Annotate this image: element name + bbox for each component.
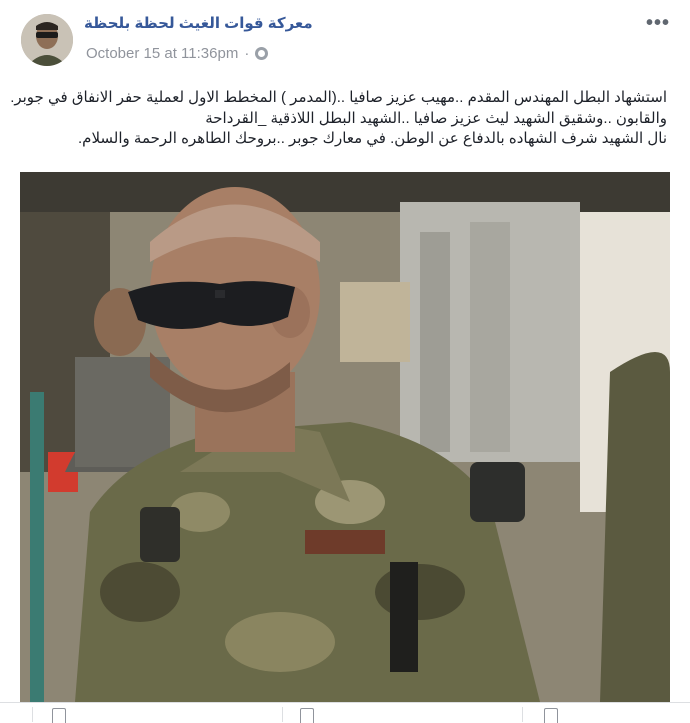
post-text-line: استشهاد البطل المهندس المقدم ..مهيب عزيز… (10, 89, 667, 106)
post-text-line: والقابون ..وشقيق الشهيد ليث عزيز صافيا .… (205, 109, 667, 127)
globe-icon[interactable] (255, 47, 269, 60)
more-options-icon[interactable]: ••• (646, 12, 670, 35)
divider (282, 707, 283, 722)
post-meta: October 15 at 11:36pm · (86, 45, 269, 62)
page-avatar[interactable] (21, 14, 73, 66)
post-text: استشهاد البطل المهندس المقدم ..مهيب عزيز… (7, 88, 667, 150)
post-timestamp[interactable]: October 15 at 11:36pm (86, 45, 238, 62)
page-name-link[interactable]: معركة قوات الغيث لحظة بلحظة (84, 14, 313, 32)
divider (32, 707, 33, 722)
divider (522, 707, 523, 722)
post-action-bar (0, 702, 690, 723)
post-text-line: نال الشهيد شرف الشهاده بالدفاع عن الوطن.… (77, 130, 667, 147)
post-photo[interactable] (20, 172, 670, 702)
